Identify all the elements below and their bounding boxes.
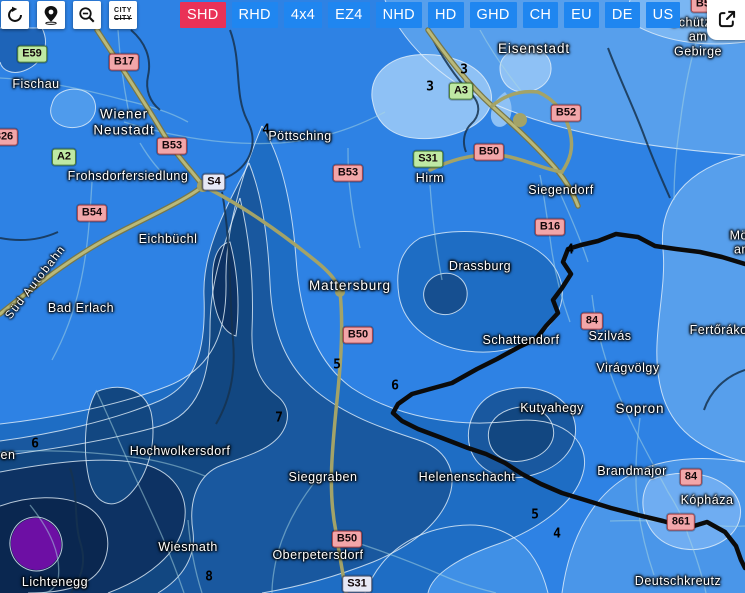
toolbar: CITY CITY SHDRHD4x4EZ4NHDHDGHDCHEUDEUS [0, 0, 745, 30]
refresh-icon [6, 6, 24, 24]
city-labels-toggle-icon: CITY CITY [114, 7, 132, 24]
zoom-out-button[interactable] [73, 1, 101, 29]
model-button-4x4[interactable]: 4x4 [284, 2, 322, 28]
model-button-hd[interactable]: HD [428, 2, 464, 28]
share-button[interactable] [707, 0, 745, 40]
model-button-us[interactable]: US [646, 2, 681, 28]
refresh-button[interactable] [1, 1, 29, 29]
weather-map-app: FischauWiener NeustadtFrohsdorfersiedlun… [0, 0, 745, 593]
city-labels-toggle[interactable]: CITY CITY [109, 1, 137, 29]
model-button-de[interactable]: DE [605, 2, 640, 28]
model-button-ghd[interactable]: GHD [470, 2, 517, 28]
model-button-eu[interactable]: EU [564, 2, 599, 28]
weather-shading-map [0, 0, 745, 593]
location-icon [42, 5, 60, 25]
model-selector: SHDRHD4x4EZ4NHDHDGHDCHEUDEUS [180, 2, 680, 28]
zoom-out-icon [78, 6, 96, 24]
model-button-ez4[interactable]: EZ4 [328, 2, 370, 28]
model-button-ch[interactable]: CH [523, 2, 559, 28]
model-button-shd[interactable]: SHD [180, 2, 226, 28]
model-button-rhd[interactable]: RHD [232, 2, 278, 28]
locate-button[interactable] [37, 1, 65, 29]
model-button-nhd[interactable]: NHD [376, 2, 422, 28]
share-icon [717, 9, 737, 29]
